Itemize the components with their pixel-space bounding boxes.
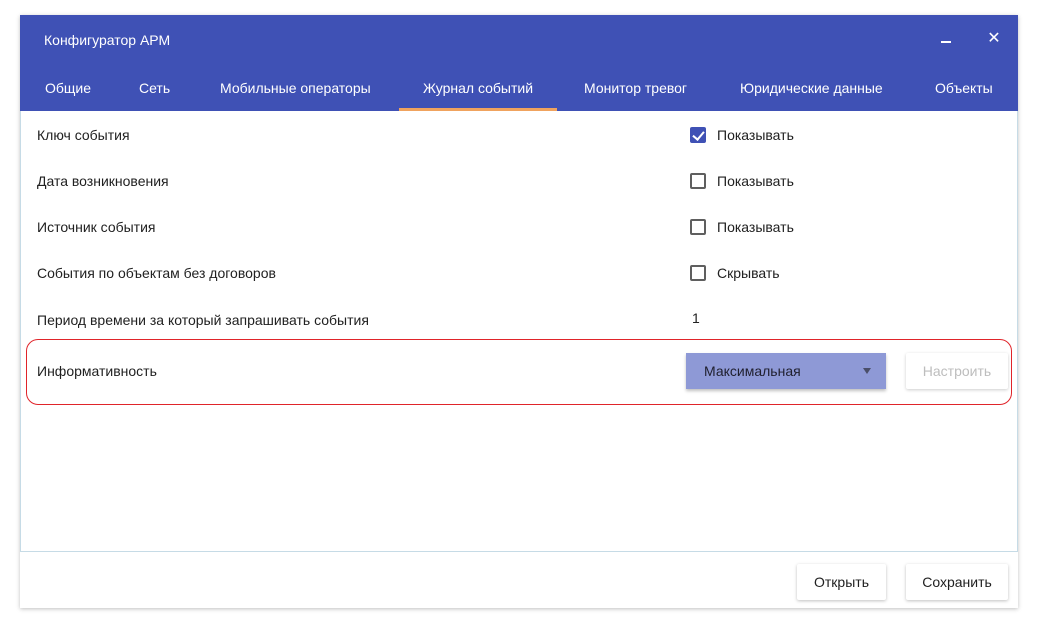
tab-objects[interactable]: Объекты xyxy=(935,71,993,111)
checkbox-occurrence-date[interactable] xyxy=(690,173,706,189)
minimize-icon xyxy=(941,41,951,43)
setting-label-event-key: Ключ события xyxy=(37,127,130,143)
setting-label-no-contract-events: События по объектам без договоров xyxy=(37,265,276,281)
tab-legal-data[interactable]: Юридические данные xyxy=(740,71,883,111)
dropdown-arrow-icon xyxy=(863,368,871,374)
tab-bar: Общие Сеть Мобильные операторы Журнал со… xyxy=(20,71,1018,111)
setting-label-occurrence-date: Дата возникновения xyxy=(37,173,169,189)
informativeness-select[interactable]: Максимальная xyxy=(686,353,886,389)
configurator-window: Конфигуратор АРМ ✕ Общие Сеть Мобильные … xyxy=(20,15,1018,608)
tab-network[interactable]: Сеть xyxy=(139,71,170,111)
setting-label-event-source: Источник события xyxy=(37,219,156,235)
checkbox-label-event-source[interactable]: Показывать xyxy=(717,219,794,235)
time-period-value[interactable]: 1 xyxy=(692,310,700,326)
close-button[interactable]: ✕ xyxy=(982,27,1006,51)
checkbox-label-no-contract-events[interactable]: Скрывать xyxy=(717,265,780,281)
configure-button[interactable]: Настроить xyxy=(906,353,1008,389)
event-log-settings: Ключ события Показывать Дата возникновен… xyxy=(20,111,1018,552)
checkbox-event-source[interactable] xyxy=(690,219,706,235)
setting-label-time-period: Период времени за который запрашивать со… xyxy=(37,312,369,328)
window-title: Конфигуратор АРМ xyxy=(44,32,171,48)
window-header: Конфигуратор АРМ ✕ Общие Сеть Мобильные … xyxy=(20,15,1018,111)
save-button[interactable]: Сохранить xyxy=(906,564,1008,600)
tab-alarm-monitor[interactable]: Монитор тревог xyxy=(584,71,687,111)
checkbox-label-occurrence-date[interactable]: Показывать xyxy=(717,173,794,189)
checkbox-no-contract-events[interactable] xyxy=(690,265,706,281)
checkbox-event-key[interactable] xyxy=(690,127,706,143)
informativeness-select-value: Максимальная xyxy=(704,363,801,379)
tab-mobile-operators[interactable]: Мобильные операторы xyxy=(220,71,371,111)
open-button[interactable]: Открыть xyxy=(797,564,886,600)
tab-general[interactable]: Общие xyxy=(45,71,91,111)
setting-label-informativeness: Информативность xyxy=(37,363,157,379)
check-icon xyxy=(692,128,705,141)
minimize-button[interactable] xyxy=(934,27,958,51)
checkbox-label-event-key[interactable]: Показывать xyxy=(717,127,794,143)
close-icon: ✕ xyxy=(987,30,1001,47)
tab-event-log[interactable]: Журнал событий xyxy=(398,71,558,111)
